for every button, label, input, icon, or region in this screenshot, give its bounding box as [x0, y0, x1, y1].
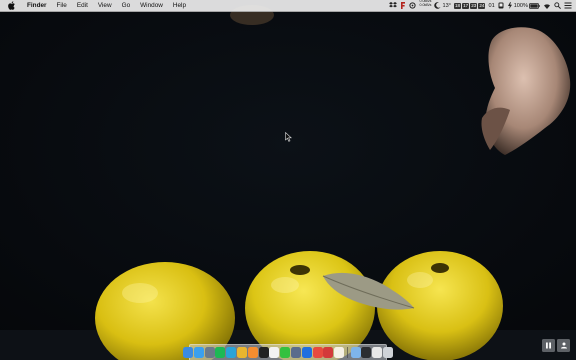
chrome-icon[interactable]: [236, 347, 247, 358]
launchpad-icon[interactable]: [204, 347, 215, 358]
battery-status[interactable]: 100%: [507, 0, 540, 11]
dropbox-icon[interactable]: [389, 0, 398, 11]
menu-app-name[interactable]: Finder: [22, 0, 52, 11]
network-down-rate: 0.0kB/s: [419, 2, 432, 7]
menu-help[interactable]: Help: [168, 0, 191, 11]
books-icon[interactable]: [269, 347, 280, 358]
bartender-icon[interactable]: [409, 0, 417, 11]
1password-icon[interactable]: [301, 347, 312, 358]
screen-sharing-icon[interactable]: [290, 347, 301, 358]
badge-3: 23: [470, 2, 478, 9]
menu-bar: Finder File Edit View Go Window Help 0.0…: [0, 0, 576, 12]
eject-button[interactable]: [557, 339, 570, 352]
pause-icon: [546, 342, 551, 349]
channel-label: 01: [488, 2, 495, 9]
wifi-icon[interactable]: [543, 0, 551, 11]
menu-window[interactable]: Window: [135, 0, 168, 11]
spotify-icon[interactable]: [215, 347, 226, 358]
dock-separator: [346, 347, 348, 358]
badge-1: 18: [453, 2, 462, 9]
moon-icon: [434, 2, 441, 9]
battery-percent: 100%: [513, 2, 528, 9]
apple-menu-icon[interactable]: [7, 1, 16, 10]
airmail-icon[interactable]: [323, 347, 334, 358]
weather-status[interactable]: 13°: [434, 0, 451, 11]
battery-icon: [529, 2, 540, 9]
menu-view[interactable]: View: [93, 0, 117, 11]
badge-2: 17: [462, 2, 470, 9]
badge-4: 24: [478, 2, 486, 9]
fantastical-icon[interactable]: [400, 0, 406, 11]
power-plug-icon: [507, 2, 512, 9]
channel-status[interactable]: 01: [488, 0, 494, 11]
desktop-wallpaper: [0, 0, 576, 360]
temperature-label: 13°: [442, 2, 451, 9]
bluetooth-icon[interactable]: [498, 0, 504, 11]
terminal-icon[interactable]: [258, 347, 269, 358]
finder-icon[interactable]: [182, 347, 193, 358]
spotlight-search-icon[interactable]: [554, 0, 561, 11]
screen-icon[interactable]: [372, 347, 383, 358]
mail-icon[interactable]: [312, 347, 323, 358]
menu-edit[interactable]: Edit: [72, 0, 93, 11]
dock: [182, 344, 394, 360]
keyboard-badges[interactable]: 18 17 23 24: [453, 0, 486, 11]
mouse-pointer-icon: [285, 132, 292, 142]
playback-controls: [542, 339, 570, 352]
window-icon[interactable]: [361, 347, 372, 358]
folder-icon[interactable]: [350, 347, 361, 358]
app-store-icon[interactable]: [193, 347, 204, 358]
menu-file[interactable]: File: [52, 0, 72, 11]
telegram-icon[interactable]: [226, 347, 237, 358]
person-icon: [560, 342, 567, 349]
notes-icon[interactable]: [334, 347, 345, 358]
trash-icon[interactable]: [383, 347, 394, 358]
wechat-icon[interactable]: [280, 347, 291, 358]
menu-go[interactable]: Go: [117, 0, 136, 11]
pause-button[interactable]: [542, 339, 555, 352]
sublime-icon[interactable]: [247, 347, 258, 358]
notification-center-icon[interactable]: [564, 0, 572, 11]
network-speed-monitor[interactable]: 0.0kB/s 0.0kB/s: [419, 0, 431, 11]
